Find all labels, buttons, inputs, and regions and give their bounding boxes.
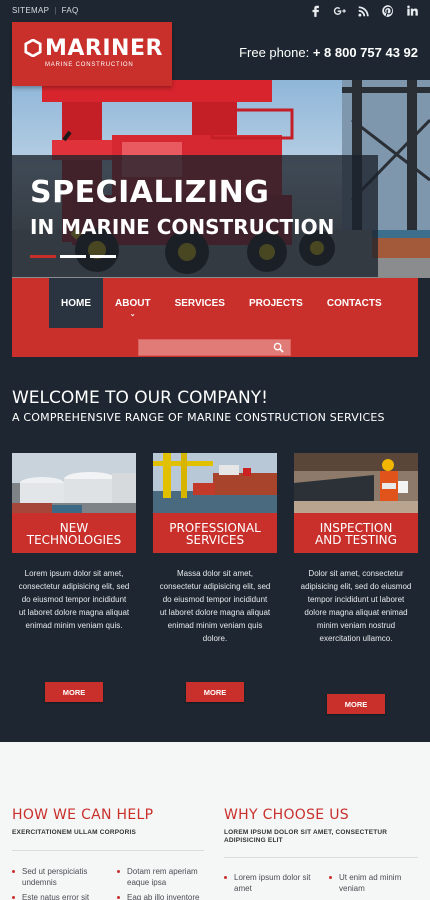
faq-link[interactable]: FAQ: [62, 6, 79, 15]
nav-item-services[interactable]: SERVICES: [163, 278, 237, 328]
chevron-down-icon: ⌄: [129, 311, 136, 318]
google-plus-icon[interactable]: [332, 3, 348, 19]
card-image-inspector: [294, 453, 418, 514]
slide-dot-2[interactable]: [60, 255, 86, 258]
top-bar: SITEMAP | FAQ: [0, 0, 430, 22]
feature-card-technologies: NEW TECHNOLOGIES Lorem ipsum dolor sit am…: [12, 453, 136, 702]
list-item: Dotam rem aperiam eaque ipsa: [117, 866, 209, 888]
phone-label: Free phone:: [239, 45, 310, 60]
logo-hexagon-icon: [24, 39, 42, 57]
card-image-port: [153, 453, 277, 514]
search-input[interactable]: [139, 342, 269, 358]
link-separator: |: [54, 6, 57, 15]
nav-item-about[interactable]: ABOUT ⌄: [103, 278, 163, 328]
more-button[interactable]: MORE: [327, 694, 385, 714]
feature-card-inspection: INSPECTION AND TESTING Dolor sit amet, co…: [294, 453, 418, 714]
card-text: Dolor sit amet, consectetur adipisicing …: [300, 569, 412, 643]
divider: [12, 850, 204, 851]
social-links: [308, 3, 420, 19]
nav-item-projects[interactable]: PROJECTS: [237, 278, 315, 328]
card-title: INSPECTION AND TESTING: [294, 513, 418, 553]
list-item: Este natus error sit: [12, 892, 104, 900]
phone-info: Free phone: + 8 800 757 43 92: [239, 45, 418, 60]
welcome-heading: WELCOME TO OUR COMPANY!: [12, 388, 268, 408]
nav-item-home[interactable]: HOME: [49, 278, 103, 328]
card-image-tanks: [12, 453, 136, 514]
pinterest-icon[interactable]: [380, 3, 396, 19]
list-item: Ut enim ad minim veniam: [329, 872, 419, 894]
nav-item-about-label: ABOUT: [115, 297, 151, 309]
more-button[interactable]: MORE: [186, 682, 244, 702]
phone-number[interactable]: + 8 800 757 43 92: [313, 45, 418, 60]
rss-icon[interactable]: [356, 3, 372, 19]
facebook-icon[interactable]: [308, 3, 324, 19]
nav-menu: HOME ABOUT ⌄ SERVICES PROJECTS CONTACTS: [49, 278, 394, 328]
list-item: Eaq ab illo inventore: [117, 892, 209, 900]
top-links: SITEMAP | FAQ: [12, 6, 79, 15]
divider: [224, 857, 418, 858]
card-text: Massa dolor sit amet, consectetur adipis…: [159, 569, 271, 643]
linkedin-icon[interactable]: [404, 3, 420, 19]
nav-item-contacts[interactable]: CONTACTS: [315, 278, 394, 328]
slide-dot-3[interactable]: [90, 255, 116, 258]
logo-tagline: MARINE CONSTRUCTION: [45, 62, 134, 68]
sitemap-link[interactable]: SITEMAP: [12, 6, 49, 15]
help-subheading: EXERCITATIONEM ULLAM CORPORIS: [12, 829, 137, 836]
card-title: NEW TECHNOLOGIES: [12, 513, 136, 553]
card-text: Lorem ipsum dolor sit amet, consectetur …: [18, 569, 130, 630]
hero-subtitle: IN MARINE CONSTRUCTION: [30, 215, 335, 239]
help-heading: HOW WE CAN HELP: [12, 807, 154, 823]
card-title: PROFESSIONAL SERVICES: [153, 513, 277, 553]
hero-caption: SPECIALIZING IN MARINE CONSTRUCTION: [12, 155, 378, 277]
list-item: Sed ut perspiciatis undemnis: [12, 866, 104, 888]
slider-pager: [30, 255, 116, 258]
list-item: Lorem ipsum dolor sit amet: [224, 872, 320, 894]
why-heading: WHY CHOOSE US: [224, 807, 349, 823]
welcome-subheading: A COMPREHENSIVE RANGE OF MARINE CONSTRUC…: [12, 411, 385, 424]
feature-card-services: PROFESSIONAL SERVICES Massa dolor sit ame…: [153, 453, 277, 702]
logo-name: MARINER: [45, 36, 163, 61]
site-logo[interactable]: MARINER MARINE CONSTRUCTION: [12, 22, 172, 86]
search-icon[interactable]: [273, 342, 284, 353]
main-navigation: HOME ABOUT ⌄ SERVICES PROJECTS CONTACTS: [12, 278, 418, 358]
search-box: [138, 339, 291, 358]
more-button[interactable]: MORE: [45, 682, 103, 702]
slide-dot-1[interactable]: [30, 255, 56, 258]
info-section: HOW WE CAN HELP EXERCITATIONEM ULLAM COR…: [0, 742, 430, 900]
hero-title: SPECIALIZING: [30, 175, 270, 210]
why-subheading: LOREM IPSUM DOLOR SIT AMET, CONSECTETUR …: [224, 829, 388, 844]
